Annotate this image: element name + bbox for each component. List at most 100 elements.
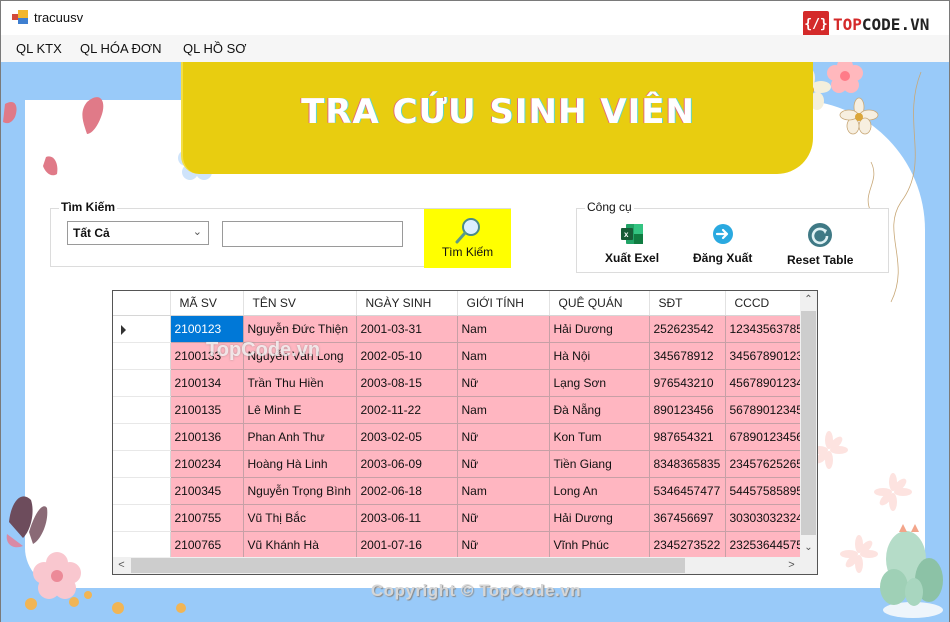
row-header[interactable] bbox=[113, 450, 171, 478]
cell-cccd[interactable]: 23457625265 bbox=[725, 450, 804, 478]
cell-ten-sv[interactable]: Vũ Thị Bắc bbox=[243, 504, 357, 532]
scroll-down-icon[interactable]: ⌄ bbox=[800, 539, 817, 557]
cell-ngay-sinh[interactable]: 2003-02-05 bbox=[356, 423, 458, 451]
logout-button[interactable]: Đăng Xuất bbox=[693, 223, 752, 265]
cell-que-quan[interactable]: Long An bbox=[549, 477, 650, 505]
menu-ql-ktx[interactable]: QL KTX bbox=[16, 41, 62, 56]
cell-ngay-sinh[interactable]: 2001-03-31 bbox=[356, 315, 458, 343]
cell-gioi-tinh[interactable]: Nữ bbox=[457, 504, 550, 532]
cell-ngay-sinh[interactable]: 2003-06-09 bbox=[356, 450, 458, 478]
cell-sdt[interactable]: 5346457477 bbox=[649, 477, 726, 505]
cell-sdt[interactable]: 890123456 bbox=[649, 396, 726, 424]
cell-cccd[interactable]: 54457585895 bbox=[725, 477, 804, 505]
cell-cccd[interactable]: 34567890123 bbox=[725, 342, 804, 370]
column-header-ma-sv[interactable]: MÃ SV bbox=[170, 291, 244, 316]
chevron-down-icon[interactable]: ⌄ bbox=[193, 225, 202, 238]
table-row[interactable]: 2100136 Phan Anh Thư 2003-02-05 Nữ Kon Tum 98… bbox=[113, 423, 804, 451]
cell-ma-sv[interactable]: 2100133 bbox=[170, 342, 244, 370]
cell-ten-sv[interactable]: Lê Minh E bbox=[243, 396, 357, 424]
table-row[interactable]: 2100123 Nguyễn Đức Thiện 2001-03-31 Nam Hải … bbox=[113, 315, 804, 343]
export-excel-button[interactable]: x Xuất Exel bbox=[605, 223, 659, 265]
cell-que-quan[interactable]: Vĩnh Phúc bbox=[549, 531, 650, 559]
cell-que-quan[interactable]: Hải Dương bbox=[549, 315, 650, 343]
cell-ten-sv[interactable]: Nguyễn Đức Thiện bbox=[243, 315, 357, 343]
cell-ten-sv[interactable]: Nguyễn Trọng Bình bbox=[243, 477, 357, 505]
cell-sdt[interactable]: 345678912 bbox=[649, 342, 726, 370]
cell-ngay-sinh[interactable]: 2002-11-22 bbox=[356, 396, 458, 424]
row-header[interactable] bbox=[113, 369, 171, 397]
cell-ma-sv[interactable]: 2100234 bbox=[170, 450, 244, 478]
cell-ma-sv[interactable]: 2100135 bbox=[170, 396, 244, 424]
cell-ten-sv[interactable]: Vũ Khánh Hà bbox=[243, 531, 357, 559]
cell-que-quan[interactable]: Hà Nội bbox=[549, 342, 650, 370]
search-filter-combobox[interactable]: Tất Cả ⌄ bbox=[67, 221, 209, 245]
column-header-gioi-tinh[interactable]: GIỚI TÍNH bbox=[457, 291, 550, 316]
row-header[interactable] bbox=[113, 342, 171, 370]
cell-ma-sv[interactable]: 2100123 bbox=[170, 315, 244, 343]
cell-ma-sv[interactable]: 2100134 bbox=[170, 369, 244, 397]
search-keyword-input[interactable] bbox=[222, 221, 403, 247]
cell-que-quan[interactable]: Lạng Sơn bbox=[549, 369, 650, 397]
vertical-scroll-thumb[interactable] bbox=[801, 311, 816, 535]
row-header[interactable] bbox=[113, 504, 171, 532]
cell-cccd[interactable]: 67890123456 bbox=[725, 423, 804, 451]
table-row[interactable]: 2100234 Hoàng Hà Linh 2003-06-09 Nữ Tiền Gia… bbox=[113, 450, 804, 478]
horizontal-scroll-thumb[interactable] bbox=[131, 558, 685, 573]
search-button[interactable]: Tìm Kiếm bbox=[424, 209, 511, 268]
cell-ten-sv[interactable]: Nguyễn Văn Long bbox=[243, 342, 357, 370]
cell-cccd[interactable]: 23253644575 bbox=[725, 531, 804, 559]
vertical-scrollbar[interactable]: ⌃ ⌄ bbox=[800, 291, 817, 557]
cell-cccd[interactable]: 30303032324 bbox=[725, 504, 804, 532]
cell-sdt[interactable]: 987654321 bbox=[649, 423, 726, 451]
cell-ma-sv[interactable]: 2100755 bbox=[170, 504, 244, 532]
row-header[interactable] bbox=[113, 315, 171, 343]
menu-ql-hoa-don[interactable]: QL HÓA ĐƠN bbox=[80, 41, 161, 56]
cell-gioi-tinh[interactable]: Nữ bbox=[457, 369, 550, 397]
cell-gioi-tinh[interactable]: Nữ bbox=[457, 450, 550, 478]
row-header[interactable] bbox=[113, 531, 171, 559]
cell-que-quan[interactable]: Đà Nẵng bbox=[549, 396, 650, 424]
column-header-ngay-sinh[interactable]: NGÀY SINH bbox=[356, 291, 458, 316]
cell-ngay-sinh[interactable]: 2002-05-10 bbox=[356, 342, 458, 370]
table-row[interactable]: 2100133 Nguyễn Văn Long 2002-05-10 Nam Hà Nộ… bbox=[113, 342, 804, 370]
cell-gioi-tinh[interactable]: Nam bbox=[457, 477, 550, 505]
cell-gioi-tinh[interactable]: Nam bbox=[457, 315, 550, 343]
cell-ngay-sinh[interactable]: 2003-06-11 bbox=[356, 504, 458, 532]
row-header[interactable] bbox=[113, 477, 171, 505]
scroll-up-icon[interactable]: ⌃ bbox=[800, 291, 817, 309]
table-row[interactable]: 2100135 Lê Minh E 2002-11-22 Nam Đà Nẵng 8901… bbox=[113, 396, 804, 424]
students-datagrid[interactable]: MÃ SV TÊN SV NGÀY SINH GIỚI TÍNH QUÊ QUÁ… bbox=[112, 290, 818, 575]
cell-cccd[interactable]: 56789012345 bbox=[725, 396, 804, 424]
table-row[interactable]: 2100134 Trần Thu Hiền 2003-08-15 Nữ Lạng Sơn… bbox=[113, 369, 804, 397]
table-row[interactable]: 2100755 Vũ Thị Bắc 2003-06-11 Nữ Hải Dương 36… bbox=[113, 504, 804, 532]
cell-sdt[interactable]: 367456697 bbox=[649, 504, 726, 532]
scroll-left-icon[interactable]: < bbox=[113, 557, 130, 574]
column-header-ten-sv[interactable]: TÊN SV bbox=[243, 291, 357, 316]
cell-que-quan[interactable]: Tiền Giang bbox=[549, 450, 650, 478]
cell-ten-sv[interactable]: Phan Anh Thư bbox=[243, 423, 357, 451]
cell-que-quan[interactable]: Hải Dương bbox=[549, 504, 650, 532]
reset-table-button[interactable]: Reset Table bbox=[787, 223, 853, 267]
column-header-sdt[interactable]: SĐT bbox=[649, 291, 726, 316]
cell-ma-sv[interactable]: 2100136 bbox=[170, 423, 244, 451]
table-row[interactable]: 2100345 Nguyễn Trọng Bình 2002-06-18 Nam Lon… bbox=[113, 477, 804, 505]
cell-gioi-tinh[interactable]: Nam bbox=[457, 342, 550, 370]
cell-sdt[interactable]: 8348365835 bbox=[649, 450, 726, 478]
cell-cccd[interactable]: 12343563785 bbox=[725, 315, 804, 343]
table-row[interactable]: 2100765 Vũ Khánh Hà 2001-07-16 Nữ Vĩnh Phúc 2… bbox=[113, 531, 804, 559]
cell-que-quan[interactable]: Kon Tum bbox=[549, 423, 650, 451]
row-header[interactable] bbox=[113, 396, 171, 424]
cell-sdt[interactable]: 2345273522 bbox=[649, 531, 726, 559]
cell-sdt[interactable]: 976543210 bbox=[649, 369, 726, 397]
cell-ten-sv[interactable]: Hoàng Hà Linh bbox=[243, 450, 357, 478]
cell-gioi-tinh[interactable]: Nữ bbox=[457, 423, 550, 451]
cell-gioi-tinh[interactable]: Nữ bbox=[457, 531, 550, 559]
horizontal-scrollbar[interactable]: < > bbox=[113, 557, 817, 574]
cell-ten-sv[interactable]: Trần Thu Hiền bbox=[243, 369, 357, 397]
column-header-cccd[interactable]: CCCD bbox=[725, 291, 804, 316]
cell-ma-sv[interactable]: 2100765 bbox=[170, 531, 244, 559]
menu-ql-ho-so[interactable]: QL HỒ SƠ bbox=[183, 41, 246, 56]
cell-sdt[interactable]: 252623542 bbox=[649, 315, 726, 343]
cell-gioi-tinh[interactable]: Nam bbox=[457, 396, 550, 424]
row-header[interactable] bbox=[113, 423, 171, 451]
